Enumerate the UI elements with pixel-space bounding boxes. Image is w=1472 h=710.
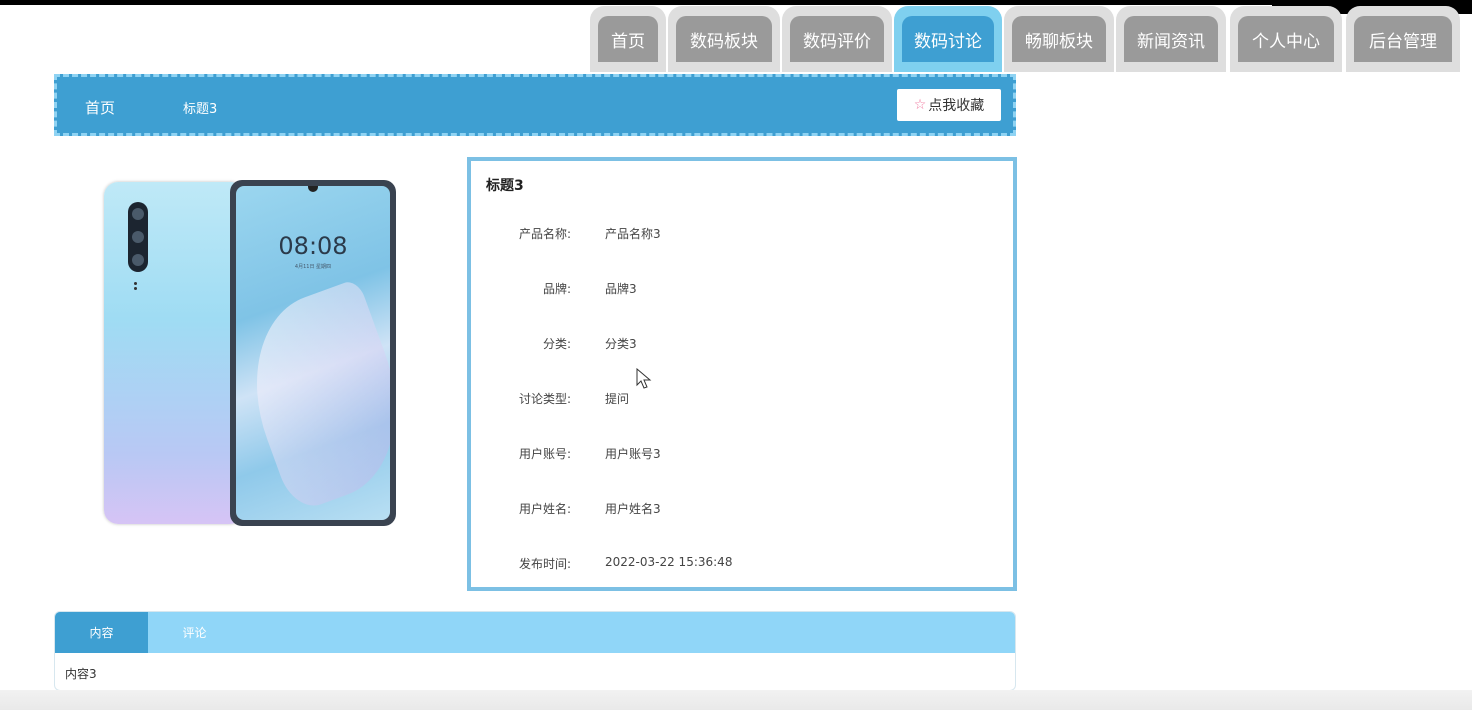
field-value: 2022-03-22 15:36:48 (605, 555, 732, 569)
detail-row: 发布时间: 2022-03-22 15:36:48 (471, 555, 1011, 575)
nav-tab-chat-section[interactable]: 畅聊板块 (1004, 6, 1114, 72)
detail-row: 分类: 分类3 (471, 335, 1011, 355)
star-outline-icon: ☆ (914, 97, 927, 113)
field-label: 产品名称: (519, 225, 571, 242)
field-label: 用户账号: (519, 445, 571, 462)
phone-date-text: 4月11日 星期四 (236, 263, 390, 270)
breadcrumb-current: 标题3 (183, 98, 217, 117)
detail-row: 讨论类型: 提问 (471, 390, 1011, 410)
field-value: 品牌3 (605, 280, 637, 297)
breadcrumb: 首页 标题3 ☆ 点我收藏 (54, 74, 1016, 136)
detail-row: 产品名称: 产品名称3 (471, 225, 1011, 245)
field-label: 品牌: (543, 280, 571, 297)
tab-content-body: 内容3 (65, 665, 97, 682)
nav-tab-digital-discussion[interactable]: 数码讨论 (894, 6, 1002, 72)
detail-panel: 标题3 产品名称: 产品名称3 品牌: 品牌3 分类: 分类3 讨论类型: 提问… (467, 157, 1017, 591)
field-label: 发布时间: (519, 555, 571, 572)
detail-title: 标题3 (486, 175, 524, 195)
field-value: 用户姓名3 (605, 500, 661, 517)
field-label: 用户姓名: (519, 500, 571, 517)
top-edge-bar (0, 0, 1472, 5)
top-nav: 首页 数码板块 数码评价 数码讨论 畅聊板块 新闻资讯 个人中心 后台管理 (0, 6, 1472, 74)
field-label: 讨论类型: (519, 390, 571, 407)
nav-tab-news[interactable]: 新闻资讯 (1116, 6, 1226, 72)
nav-tab-home[interactable]: 首页 (590, 6, 666, 72)
detail-row: 用户姓名: 用户姓名3 (471, 500, 1011, 520)
phone-clock-text: 08:08 (236, 232, 390, 260)
nav-tab-digital-section[interactable]: 数码板块 (668, 6, 780, 72)
phone-front-image: 08:08 4月11日 星期四 (230, 180, 396, 526)
mouse-pointer-icon (636, 368, 652, 390)
favorite-label: 点我收藏 (928, 95, 984, 115)
tab-content[interactable]: 内容 (55, 612, 148, 653)
phone-back-image (104, 182, 244, 524)
camera-module (128, 202, 148, 272)
favorite-button[interactable]: ☆ 点我收藏 (897, 89, 1001, 121)
bottom-bar (0, 690, 1472, 710)
field-value: 提问 (605, 390, 629, 407)
product-image: 08:08 4月11日 星期四 (100, 178, 400, 530)
breadcrumb-home-link[interactable]: 首页 (85, 97, 115, 118)
nav-tab-personal-center[interactable]: 个人中心 (1230, 6, 1342, 72)
nav-tab-digital-review[interactable]: 数码评价 (782, 6, 892, 72)
tab-bar: 内容 评论 (55, 612, 1015, 653)
field-value: 产品名称3 (605, 225, 661, 242)
field-value: 分类3 (605, 335, 637, 352)
tab-comments[interactable]: 评论 (148, 612, 241, 653)
detail-row: 用户账号: 用户账号3 (471, 445, 1011, 465)
field-value: 用户账号3 (605, 445, 661, 462)
content-tabs: 内容 评论 内容3 (54, 611, 1016, 691)
detail-row: 品牌: 品牌3 (471, 280, 1011, 300)
nav-tab-admin[interactable]: 后台管理 (1346, 6, 1460, 72)
field-label: 分类: (543, 335, 571, 352)
